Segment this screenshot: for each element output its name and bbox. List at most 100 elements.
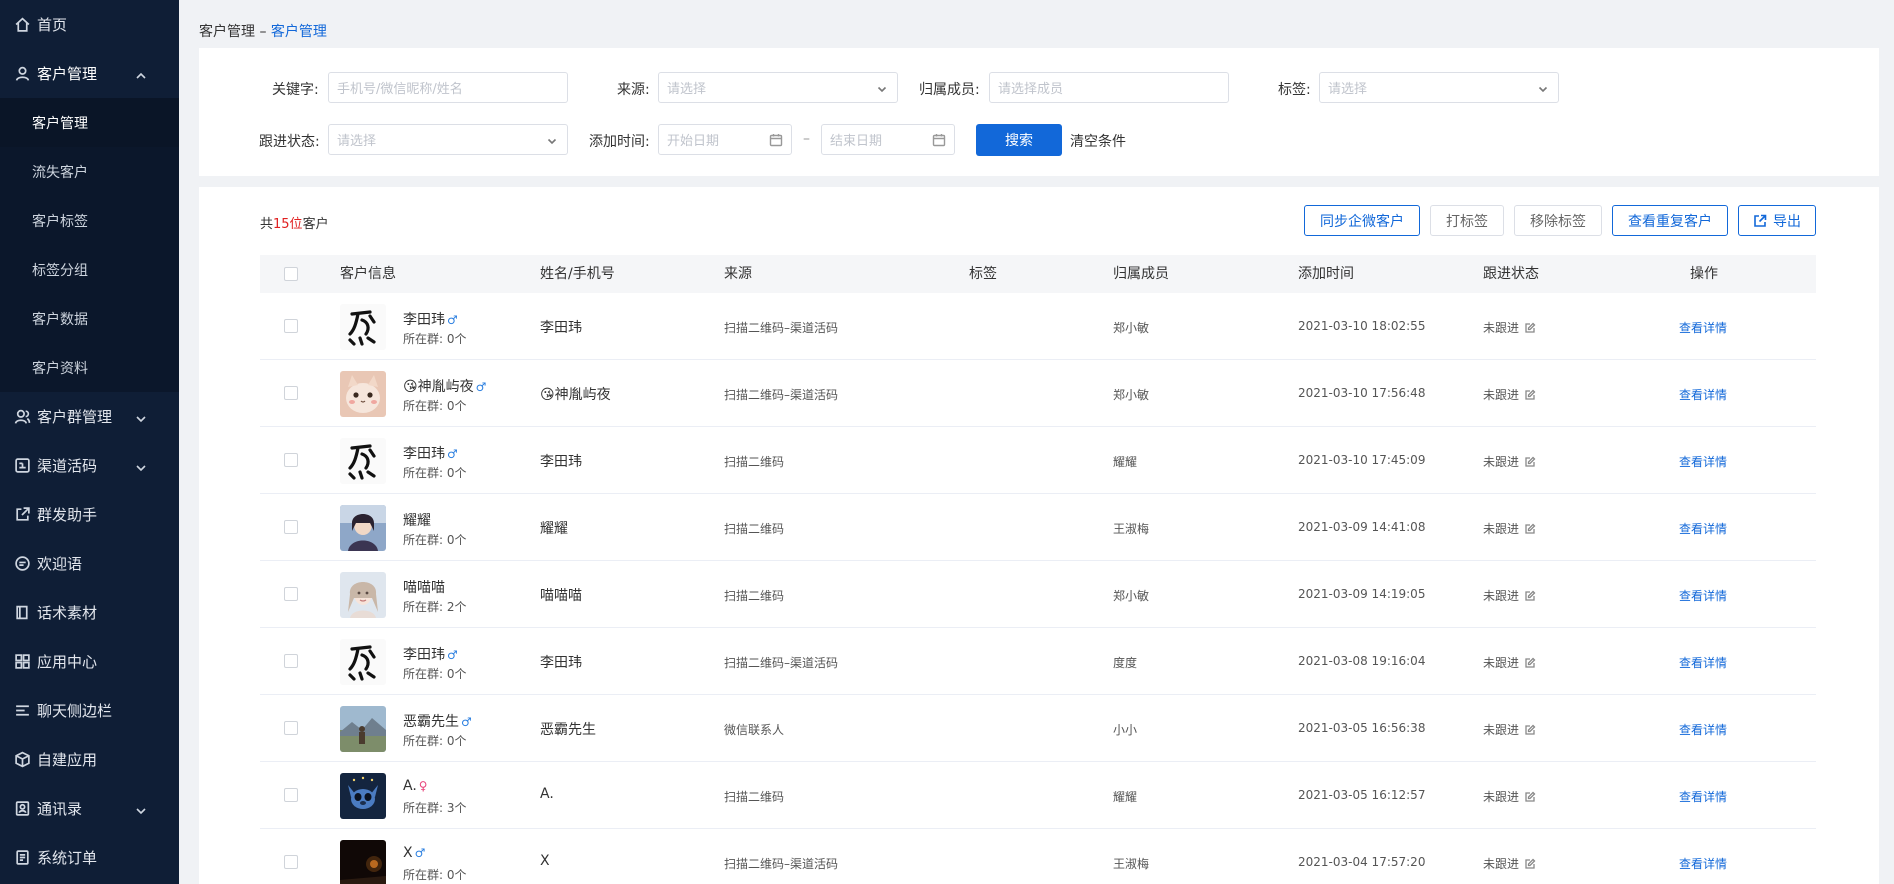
edit-icon[interactable] [1519,791,1536,803]
nav-system-orders[interactable]: 系统订单 [0,833,179,882]
follow-status-text: 未跟进 [1483,388,1520,402]
edit-icon[interactable] [1519,657,1536,669]
nickname-text: 李田玮 [403,446,445,462]
search-button[interactable]: 搜索 [976,124,1062,156]
view-detail-link[interactable]: 查看详情 [1679,453,1727,470]
sync-customers-button[interactable]: 同步企微客户 [1304,205,1420,236]
nav-welcome[interactable]: 欢迎语 [0,539,179,588]
total-number: 15位 [273,217,303,232]
row-checkbox[interactable] [284,721,298,735]
owner-member: 郑小敏 [1113,388,1150,402]
row-checkbox[interactable] [284,386,298,400]
row-checkbox[interactable] [284,453,298,467]
nav-group-management[interactable]: 客户群管理 [0,392,179,441]
follow-status[interactable]: 未跟进 [1483,654,1536,671]
select-all-checkbox[interactable] [284,267,298,281]
nav-script-material[interactable]: 话术素材 [0,588,179,637]
edit-icon[interactable] [1519,858,1536,870]
row-checkbox[interactable] [284,788,298,802]
row-checkbox[interactable] [284,587,298,601]
sub-item-tag-groups[interactable]: 标签分组 [0,245,179,294]
breadcrumb-current: 客户管理 [270,24,327,40]
nav-home[interactable]: 首页 [0,0,179,49]
view-detail-link[interactable]: 查看详情 [1679,654,1727,671]
sub-item-customer-tags[interactable]: 客户标签 [0,196,179,245]
follow-status[interactable]: 未跟进 [1483,319,1536,336]
keyword-input[interactable]: 手机号/微信昵称/姓名 [328,72,568,103]
add-tag-button[interactable]: 打标签 [1430,205,1504,236]
view-detail-link[interactable]: 查看详情 [1679,721,1727,738]
home-icon [14,16,31,33]
group-count: 所在群: 0个 [403,667,467,681]
view-duplicates-button[interactable]: 查看重复客户 [1612,205,1728,236]
gender-icon: ♂ [461,715,472,729]
sub-item-customer-data[interactable]: 客户数据 [0,294,179,343]
follow-status[interactable]: 未跟进 [1483,721,1536,738]
edit-icon[interactable] [1519,724,1536,736]
edit-icon[interactable] [1519,523,1536,535]
follow-status-text: 未跟进 [1483,656,1520,670]
nav-app-center[interactable]: 应用中心 [0,637,179,686]
sub-item-customer-profile[interactable]: 客户资料 [0,343,179,392]
nickname-text: 喵喵喵 [403,580,445,596]
chevron-down-icon [1538,83,1548,93]
follow-status[interactable]: 未跟进 [1483,855,1536,872]
member-input[interactable]: 请选择成员 [989,72,1229,103]
customer-submenu: 客户管理 流失客户 客户标签 标签分组 客户数据 客户资料 [0,98,179,392]
table-row: 😘神胤屿夜 ♂ 所在群: 0个 😘神胤屿夜 扫描二维码–渠道活码 郑小敏 2021-03-1… [260,360,1816,427]
edit-icon[interactable] [1519,456,1536,468]
status-select[interactable]: 请选择 [328,124,568,155]
table-row: 李田玮 ♂ 所在群: 0个 李田玮 扫描二维码–渠道活码 郑小敏 2021-03-10 18… [260,293,1816,360]
row-checkbox[interactable] [284,520,298,534]
customer-nickname: A. ♀ [403,778,428,794]
table-row: X ♂ 所在群: 0个 X 扫描二维码–渠道活码 王淑梅 2021-03-04 17:57:… [260,829,1816,884]
avatar [340,505,386,551]
end-date-input[interactable]: 结束日期 [821,124,955,155]
nav-contacts[interactable]: 通讯录 [0,784,179,833]
edit-icon[interactable] [1519,389,1536,401]
export-button[interactable]: 导出 [1738,205,1816,236]
avatar [340,773,386,819]
nav-custom-app[interactable]: 自建应用 [0,735,179,784]
nickname-text: 耀耀 [403,513,431,529]
row-checkbox[interactable] [284,855,298,869]
group-count: 所在群: 0个 [403,734,467,748]
follow-status[interactable]: 未跟进 [1483,520,1536,537]
nav-channel-code-label: 渠道活码 [37,457,98,475]
clear-filters-button[interactable]: 清空条件 [1070,131,1126,151]
sub-item-lost-customers[interactable]: 流失客户 [0,147,179,196]
breadcrumb-parent[interactable]: 客户管理 [199,24,255,40]
nav-mass-send[interactable]: 群发助手 [0,490,179,539]
book-icon [14,604,31,621]
nav-channel-code[interactable]: 渠道活码 [0,441,179,490]
customer-name: 李田玮 [540,320,582,336]
view-detail-link[interactable]: 查看详情 [1679,855,1727,872]
group-count: 所在群: 0个 [403,399,467,413]
tag-placeholder: 请选择 [1328,82,1368,97]
row-checkbox[interactable] [284,654,298,668]
edit-icon[interactable] [1519,322,1536,334]
view-detail-link[interactable]: 查看详情 [1679,520,1727,537]
follow-status[interactable]: 未跟进 [1483,788,1536,805]
nav-chat-sidebar[interactable]: 聊天侧边栏 [0,686,179,735]
owner-member: 王淑梅 [1113,857,1150,871]
nav-customer-management[interactable]: 客户管理 [0,49,179,98]
view-detail-link[interactable]: 查看详情 [1679,587,1727,604]
nickname-text: 😘神胤屿夜 [403,379,474,395]
edit-icon[interactable] [1519,590,1536,602]
view-detail-link[interactable]: 查看详情 [1679,386,1727,403]
tag-select[interactable]: 请选择 [1319,72,1559,103]
follow-status[interactable]: 未跟进 [1483,587,1536,604]
table-row: 耀耀 所在群: 0个 耀耀 扫描二维码 王淑梅 2021-03-09 14:41:08 未跟… [260,494,1816,561]
remove-tag-button[interactable]: 移除标签 [1514,205,1602,236]
start-date-input[interactable]: 开始日期 [658,124,792,155]
view-detail-link[interactable]: 查看详情 [1679,788,1727,805]
customer-source: 扫描二维码 [724,522,785,536]
row-checkbox[interactable] [284,319,298,333]
source-select[interactable]: 请选择 [658,72,898,103]
view-detail-link[interactable]: 查看详情 [1679,319,1727,336]
follow-status[interactable]: 未跟进 [1483,386,1536,403]
sub-item-customer-management[interactable]: 客户管理 [0,98,179,147]
chevron-down-icon [135,411,147,423]
follow-status[interactable]: 未跟进 [1483,453,1536,470]
